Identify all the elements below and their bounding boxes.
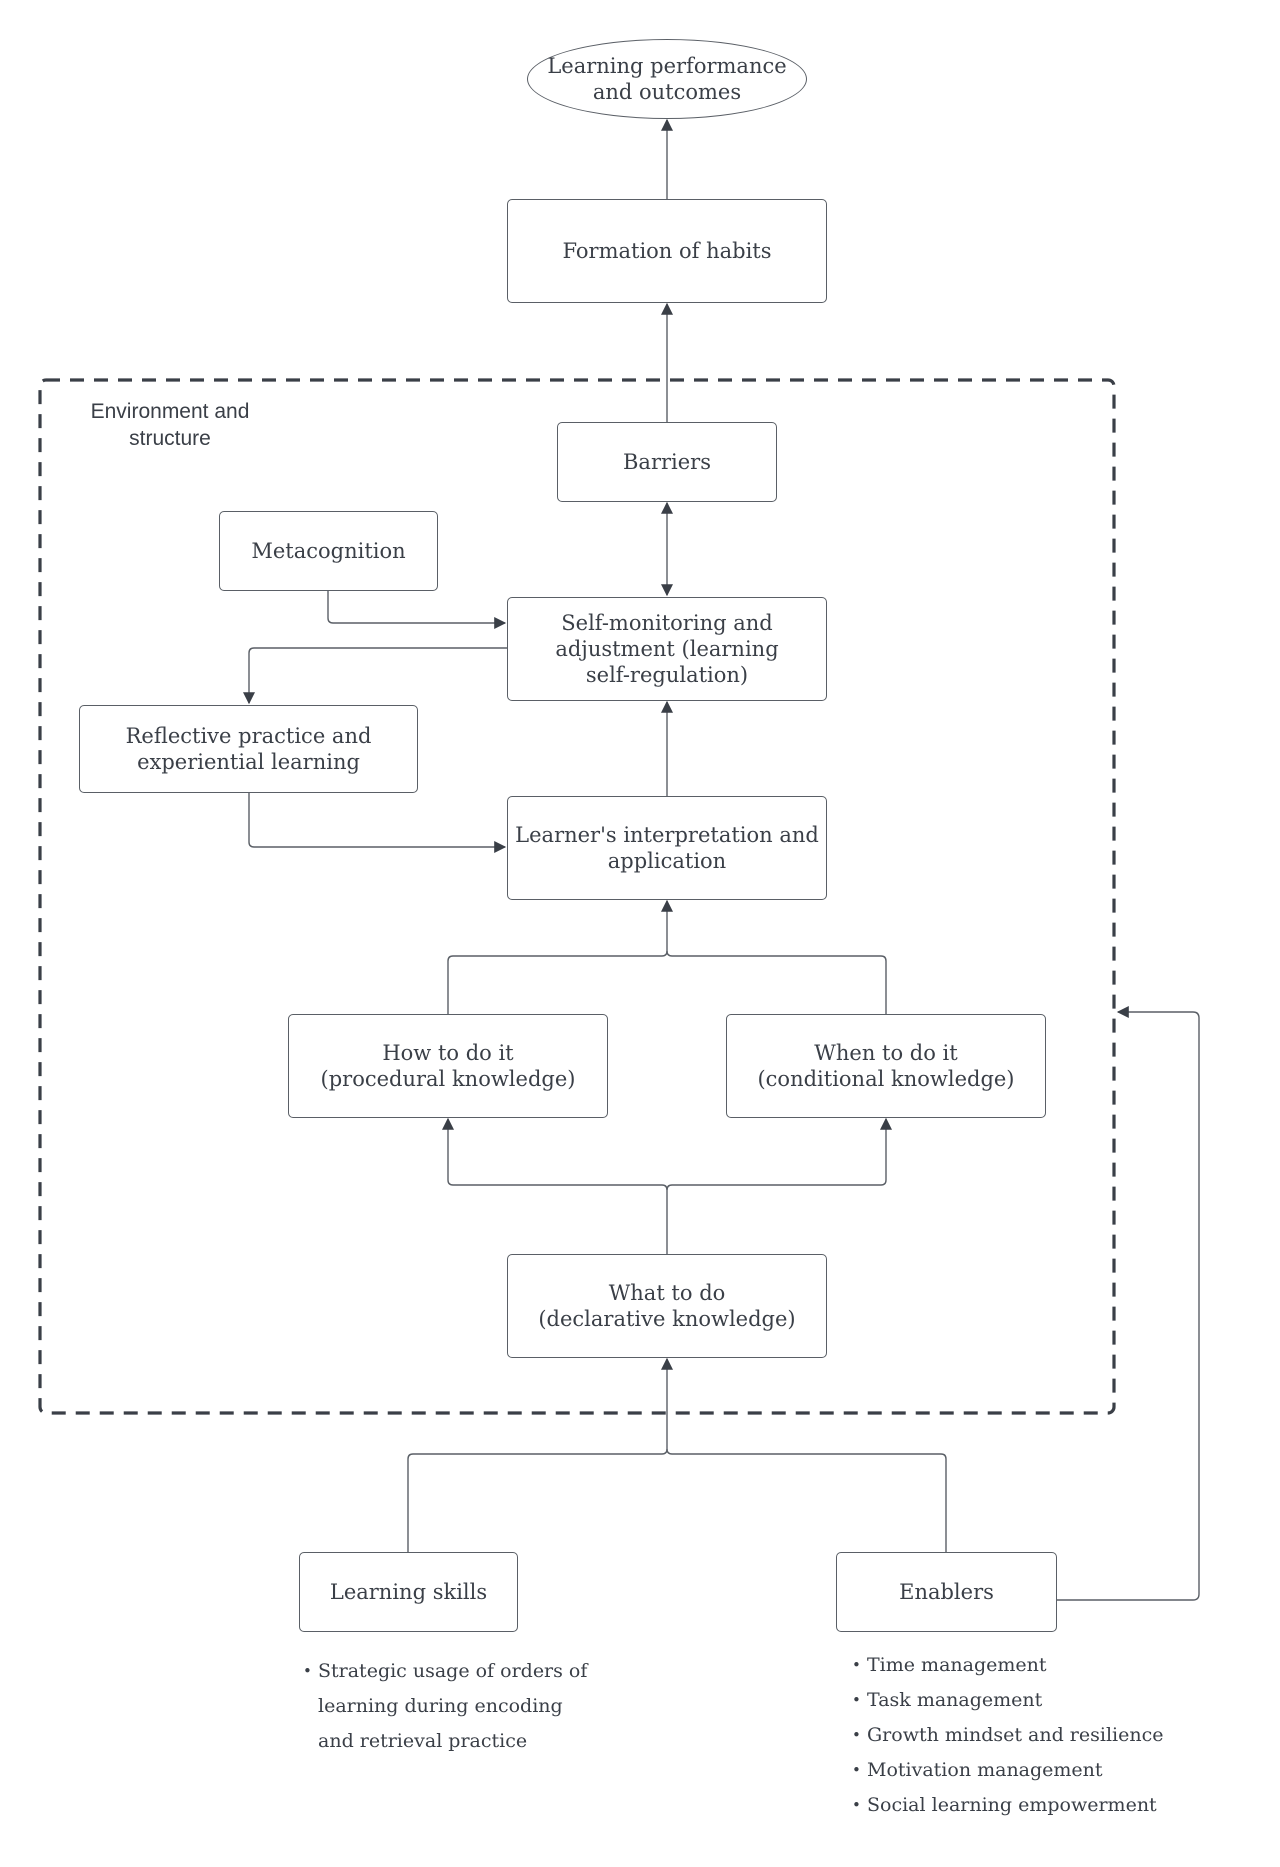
node-barriers-label: Barriers bbox=[623, 450, 711, 474]
edge-selfmonitoring-reflective bbox=[243, 647, 507, 705]
node-learner-interpretation-label: Learner's interpretation and application bbox=[515, 823, 819, 873]
node-learning-outcomes-label: Learning performance and outcomes bbox=[547, 54, 787, 104]
node-metacognition-label: Metacognition bbox=[251, 539, 406, 563]
edge-enablers-environment bbox=[1057, 1006, 1200, 1601]
edge-learningskills-declarative bbox=[407, 1357, 673, 1552]
edge-declarative-conditional bbox=[666, 1117, 892, 1191]
learning-flow-diagram: Environment and structure Learning perfo… bbox=[0, 0, 1280, 1867]
node-enablers-label: Enablers bbox=[899, 1580, 994, 1604]
node-conditional-knowledge[interactable]: When to do it (conditional knowledge) bbox=[726, 1014, 1046, 1118]
edge-procedural-interpretation bbox=[447, 899, 673, 1014]
node-barriers[interactable]: Barriers bbox=[557, 422, 777, 502]
list-item: Task management bbox=[852, 1683, 1192, 1718]
enablers-list: Time management Task management Growth m… bbox=[852, 1648, 1192, 1823]
learning-skills-list: Strategic usage of orders of learning du… bbox=[303, 1654, 603, 1759]
edge-reflective-interpretation bbox=[248, 792, 507, 853]
node-learning-skills[interactable]: Learning skills bbox=[299, 1552, 518, 1632]
list-item: Time management bbox=[852, 1648, 1192, 1683]
node-learning-outcomes[interactable]: Learning performance and outcomes bbox=[527, 39, 807, 119]
node-self-monitoring[interactable]: Self-monitoring and adjustment (learning… bbox=[507, 597, 827, 701]
list-item: Social learning empowerment bbox=[852, 1788, 1192, 1823]
node-metacognition[interactable]: Metacognition bbox=[219, 511, 438, 591]
node-formation-of-habits-label: Formation of habits bbox=[562, 239, 772, 263]
node-declarative-knowledge-label: What to do (declarative knowledge) bbox=[538, 1281, 796, 1331]
node-self-monitoring-label: Self-monitoring and adjustment (learning… bbox=[555, 611, 779, 687]
list-item: Motivation management bbox=[852, 1753, 1192, 1788]
node-learning-skills-label: Learning skills bbox=[329, 1580, 488, 1604]
node-learner-interpretation[interactable]: Learner's interpretation and application bbox=[507, 796, 827, 900]
node-procedural-knowledge[interactable]: How to do it (procedural knowledge) bbox=[288, 1014, 608, 1118]
edge-metacognition-selfmonitoring bbox=[327, 590, 507, 629]
node-enablers[interactable]: Enablers bbox=[836, 1552, 1057, 1632]
node-declarative-knowledge[interactable]: What to do (declarative knowledge) bbox=[507, 1254, 827, 1358]
list-item: Growth mindset and resilience bbox=[852, 1718, 1192, 1753]
edge-conditional-interpretation bbox=[666, 950, 887, 1014]
node-reflective-practice[interactable]: Reflective practice and experiential lea… bbox=[79, 705, 418, 793]
list-item: Strategic usage of orders of learning du… bbox=[303, 1654, 603, 1759]
node-formation-of-habits[interactable]: Formation of habits bbox=[507, 199, 827, 303]
edge-enablers-declarative bbox=[666, 1448, 947, 1552]
edge-declarative-procedural bbox=[442, 1117, 668, 1254]
environment-label: Environment and structure bbox=[90, 400, 250, 450]
node-procedural-knowledge-label: How to do it (procedural knowledge) bbox=[320, 1041, 576, 1091]
node-reflective-practice-label: Reflective practice and experiential lea… bbox=[125, 724, 372, 774]
node-conditional-knowledge-label: When to do it (conditional knowledge) bbox=[757, 1041, 1015, 1091]
